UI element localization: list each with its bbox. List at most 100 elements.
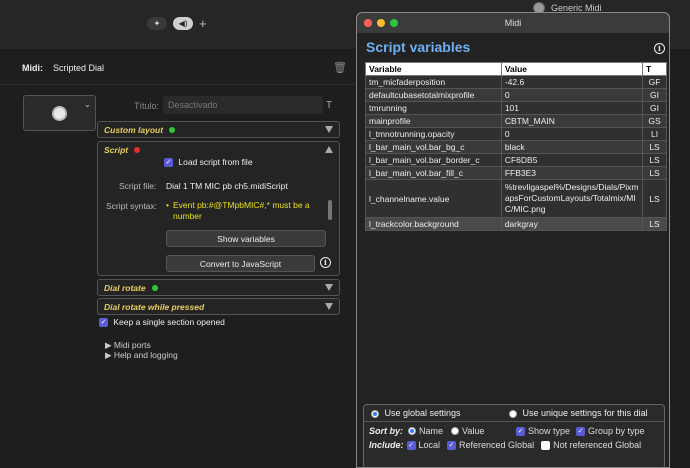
window-titlebar[interactable]: Midi <box>357 13 669 33</box>
midi-window: Midi Script variables i Variable Value T… <box>356 12 670 468</box>
var-type: LS <box>642 140 667 154</box>
text-format-button[interactable]: T <box>326 100 332 111</box>
var-name: l_tmnotrunning.opacity <box>365 127 502 141</box>
var-value: 0 <box>500 88 644 102</box>
include-not-referenced-checkbox[interactable] <box>541 440 551 450</box>
script-file-label: Script file: <box>119 181 157 191</box>
midi-value: Scripted Dial <box>53 63 105 73</box>
variables-info-button[interactable]: i <box>654 43 665 54</box>
include-referenced-label: Referenced Global <box>459 440 535 450</box>
load-script-checkbox[interactable]: ✓ <box>164 158 173 168</box>
help-logging-link[interactable]: ▶ Help and logging <box>105 350 178 361</box>
var-value: FFB3E3 <box>500 166 644 180</box>
sort-value-radio[interactable] <box>451 427 460 435</box>
table-row[interactable]: mainprofile CBTM_MAIN GS <box>365 114 667 128</box>
section-dial-rotate[interactable]: Dial rotate <box>97 279 340 296</box>
table-row[interactable]: defaultcubasetotalmixprofile 0 GI <box>365 88 667 102</box>
use-unique-label: Use unique settings for this dial <box>522 408 648 418</box>
tab-group: ✦ ◀) + <box>147 17 207 30</box>
sort-name-label: Name <box>419 426 444 436</box>
use-unique-radio[interactable] <box>509 409 517 418</box>
expand-triangle-icon[interactable] <box>325 126 333 133</box>
var-type: LS <box>642 166 667 180</box>
include-row: Include: ✓ Local ✓ Referenced Global Not… <box>369 440 641 450</box>
var-value: CBTM_MAIN <box>500 114 644 128</box>
include-label: Include: <box>369 440 404 450</box>
sort-row: Sort by: Name Value <box>369 426 484 436</box>
section-custom-layout[interactable]: Custom layout <box>97 121 340 138</box>
group-by-type-label: Group by type <box>588 426 645 436</box>
expand-triangle-icon[interactable] <box>325 284 333 291</box>
chevron-down-icon: ⌄ <box>84 100 91 109</box>
show-type-checkbox[interactable]: ✓ <box>516 426 525 436</box>
table-row[interactable]: l_trackcolor.background darkgray LS <box>365 217 667 231</box>
syntax-scrollbar[interactable] <box>328 200 332 220</box>
window-title: Midi <box>504 18 522 28</box>
close-icon[interactable] <box>364 19 372 27</box>
section-script-header[interactable]: Script <box>98 142 339 157</box>
pin-icon: ✦ <box>153 19 161 28</box>
add-tab-button[interactable]: + <box>199 17 207 30</box>
var-type: GF <box>642 75 667 89</box>
panel-divider <box>364 421 664 422</box>
table-row[interactable]: l_channelname.value %trevligaspel%/Design… <box>365 179 667 218</box>
minimize-icon[interactable] <box>377 19 385 27</box>
var-value: -42.6 <box>500 75 644 89</box>
var-type: LS <box>642 153 667 167</box>
collapse-triangle-icon[interactable] <box>325 146 333 153</box>
script-syntax-label: Script syntax: <box>106 201 158 211</box>
table-row[interactable]: l_tmnotrunning.opacity 0 LI <box>365 127 667 141</box>
script-file-value[interactable]: Dial 1 TM MIC pb ch5.midiScript <box>166 181 288 191</box>
traffic-lights <box>364 19 398 27</box>
script-syntax-error: • Event pb:#@TMpbMIC#,* must be a number <box>166 200 316 222</box>
trash-icon[interactable]: 🗑 <box>333 61 347 74</box>
sound-tab[interactable]: ◀) <box>173 17 193 30</box>
column-header-variable[interactable]: Variable <box>365 62 502 76</box>
var-name: defaultcubasetotalmixprofile <box>365 88 502 102</box>
dial-selector[interactable]: ⌄ <box>23 95 96 131</box>
table-row[interactable]: l_bar_main_vol.bar_bg_c black LS <box>365 140 667 154</box>
use-global-radio[interactable] <box>371 409 379 418</box>
titulo-label: Título: <box>134 101 160 111</box>
table-row[interactable]: tmrunning 101 GI <box>365 101 667 115</box>
status-dot-green <box>151 284 158 291</box>
load-script-label: Load script from file <box>178 157 253 167</box>
include-local-checkbox[interactable]: ✓ <box>406 440 416 450</box>
convert-js-button[interactable]: Convert to JavaScript <box>166 255 315 272</box>
var-type: LI <box>642 127 667 141</box>
var-name: l_channelname.value <box>365 179 502 218</box>
var-type: LS <box>642 179 667 218</box>
sort-name-radio[interactable] <box>408 427 417 435</box>
var-value: black <box>500 140 644 154</box>
section-dial-rotate-label: Dial rotate <box>104 282 146 293</box>
column-header-value[interactable]: Value <box>500 62 644 76</box>
use-unique-option[interactable]: Use unique settings for this dial <box>509 408 648 418</box>
midi-label: Midi: <box>22 63 43 73</box>
keep-single-row[interactable]: ✓ Keep a single section opened <box>99 317 225 328</box>
variables-table: Variable Value T tm_micfaderposition -42.… <box>365 62 667 231</box>
status-dot-red <box>134 146 141 153</box>
keep-single-checkbox[interactable]: ✓ <box>99 318 108 328</box>
expand-triangle-icon[interactable] <box>325 303 333 310</box>
zoom-icon[interactable] <box>390 19 398 27</box>
var-value: %trevligaspel%/Designs/Dials/PixmapsForC… <box>500 179 644 218</box>
var-value: CF6DB5 <box>500 153 644 167</box>
var-type: GS <box>642 114 667 128</box>
table-row[interactable]: l_bar_main_vol.bar_border_c CF6DB5 LS <box>365 153 667 167</box>
load-script-row[interactable]: ✓ Load script from file <box>164 157 253 168</box>
pin-tab[interactable]: ✦ <box>147 17 167 30</box>
column-header-type[interactable]: T <box>642 62 667 76</box>
group-by-type-checkbox[interactable]: ✓ <box>576 426 586 436</box>
show-variables-button[interactable]: Show variables <box>166 230 326 247</box>
window-body: Script variables i Variable Value T tm_m… <box>357 33 669 467</box>
include-not-referenced-label: Not referenced Global <box>553 440 642 450</box>
table-row[interactable]: l_bar_main_vol.bar_fill_c FFB3E3 LS <box>365 166 667 180</box>
section-dial-rotate-pressed[interactable]: Dial rotate while pressed <box>97 298 340 315</box>
include-referenced-checkbox[interactable]: ✓ <box>447 440 457 450</box>
titulo-input[interactable]: Desactivado <box>163 96 323 114</box>
settings-panel: Use global settings Use unique settings … <box>363 404 665 467</box>
script-info-button[interactable]: i <box>320 257 331 268</box>
use-global-option[interactable]: Use global settings <box>371 408 461 418</box>
keep-single-label: Keep a single section opened <box>113 317 225 327</box>
table-row[interactable]: tm_micfaderposition -42.6 GF <box>365 75 667 89</box>
